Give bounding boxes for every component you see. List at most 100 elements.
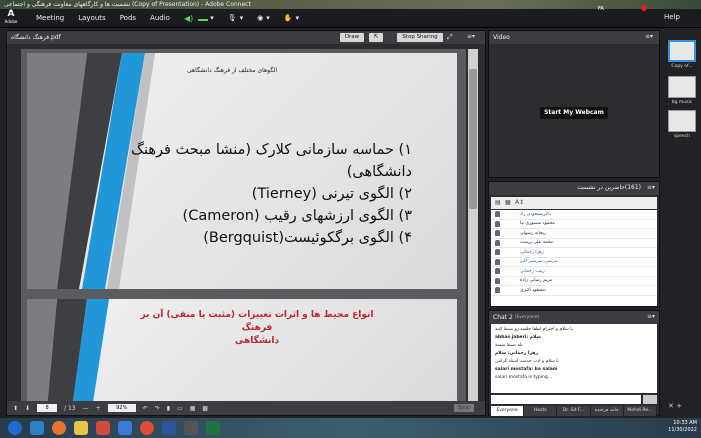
pod-options-icon[interactable]: ≡▾: [647, 184, 655, 191]
person-icon: [495, 258, 500, 265]
fullscreen-toggle-button[interactable]: ⇱: [369, 33, 383, 42]
chat-tabs: Everyone Hosts Dr. Sit F... حامد فرخنده …: [491, 406, 658, 416]
menu-help[interactable]: Help: [664, 13, 680, 21]
attendees-count: (161): [624, 184, 641, 191]
webcam-control[interactable]: ◉ ▾: [257, 14, 270, 22]
thumbnail-icon[interactable]: ▦: [190, 405, 196, 412]
list-item[interactable]: مریم رضایی زاده: [491, 277, 657, 286]
draw-button[interactable]: Draw: [340, 33, 364, 42]
pod-options-icon[interactable]: ≡▾: [467, 33, 475, 40]
video-pod-title: Video: [493, 34, 510, 41]
monitor-icon[interactable]: [184, 421, 198, 435]
fit-page-icon[interactable]: ▭: [177, 405, 183, 412]
chat-tab-hosts[interactable]: Hosts: [524, 406, 558, 416]
arrow-up-icon[interactable]: ⬆: [13, 405, 18, 412]
expand-icon[interactable]: ⤢: [447, 33, 453, 42]
volume-level-icon: [198, 15, 209, 21]
ie-icon[interactable]: [30, 421, 44, 435]
layout-item[interactable]: bg music: [668, 76, 696, 105]
chat-input[interactable]: [491, 395, 641, 404]
start-button-icon[interactable]: [8, 421, 22, 435]
pod-options-icon[interactable]: ≡▾: [645, 33, 653, 40]
list-item[interactable]: زهرا رحمانی: [491, 248, 657, 258]
menu-audio[interactable]: Audio: [150, 14, 170, 22]
list-item[interactable]: محمود منصوری نیا: [491, 220, 657, 229]
list-item[interactable]: محمد علی پرست: [491, 239, 657, 248]
layout-item[interactable]: Copy of...: [668, 40, 696, 69]
start-webcam-button[interactable]: Start My Webcam: [540, 107, 608, 119]
page-number-input[interactable]: 8: [37, 404, 58, 412]
speaker-icon: ◀): [183, 13, 194, 23]
window-title: نشست ها و کارگاههای معاونت فرهنگی و اجتم…: [0, 0, 701, 9]
list-view-icon[interactable]: ▤: [495, 199, 501, 206]
person-icon: [495, 211, 500, 218]
slide-page-9: انواع محیط ها و اثرات تغییرات (مثبت یا م…: [27, 299, 457, 401]
app-icon[interactable]: [118, 421, 132, 435]
slide-bullet: ۴) الگوی برگکوئیست(Bergquist): [203, 230, 412, 246]
slide-title: الگوهای مختلف از فرهنگ دانشگاهی: [187, 67, 278, 74]
send-button[interactable]: [643, 395, 657, 404]
menu-layouts[interactable]: Layouts: [78, 14, 105, 22]
chat-tab-everyone[interactable]: Everyone: [491, 406, 525, 416]
camera-icon: ◉: [257, 14, 264, 22]
fit-width-icon[interactable]: ▮: [167, 405, 170, 412]
menu-meeting[interactable]: Meeting: [36, 14, 64, 22]
chat-message: با سلام و احترام لطفا جلسه رو ضبط کنید: [495, 327, 573, 332]
firefox-icon[interactable]: [52, 421, 66, 435]
stop-sharing-button[interactable]: Stop Sharing: [397, 33, 443, 42]
list-item[interactable]: دکترمسعودی زاد: [491, 210, 657, 220]
attendees-list[interactable]: دکترمسعودی زاد محمود منصوری نیا ریحانه ر…: [491, 210, 657, 306]
menu-pods[interactable]: Pods: [120, 14, 136, 22]
grid-icon[interactable]: ▩: [202, 405, 208, 412]
pod-options-icon[interactable]: ≡▾: [647, 313, 655, 320]
zoom-select[interactable]: 92%: [107, 404, 136, 412]
chat-pod: Chat 2 (Everyone) ≡▾ با سلام و احترام لط…: [488, 310, 660, 416]
chat-message: زهرا رحمانی: سلام: [495, 351, 538, 356]
list-item[interactable]: مسعود اکبری: [491, 286, 657, 296]
slide-page-8: الگوهای مختلف از فرهنگ دانشگاهی ۱) حماسه…: [27, 53, 457, 289]
zoom-in-icon[interactable]: +: [96, 405, 101, 412]
zoom-out-icon[interactable]: —: [83, 405, 89, 412]
microphone-control[interactable]: 🎙 ▾: [228, 14, 243, 22]
list-item[interactable]: زینب رحمانی: [491, 267, 657, 277]
speaker-control[interactable]: ◀) ▾: [184, 14, 214, 23]
chat-message: با سلام و ادب خدمت استاد گرامی: [495, 359, 559, 364]
arrow-down-icon[interactable]: ⬇: [25, 405, 30, 412]
layout-thumbnail: [668, 76, 696, 98]
chat-tab-private[interactable]: حامد فرخنده: [590, 406, 624, 416]
list-item[interactable]: مرتضی سرشیر اکبر: [491, 258, 657, 267]
grid-view-icon[interactable]: ▦: [505, 199, 511, 206]
share-pod: فرهنگ دانشگاه.pdf Draw ⇱ Stop Sharing ⤢ …: [6, 30, 486, 416]
chat-tab-private[interactable]: Dr. Sit F...: [557, 406, 591, 416]
chat-tab-private[interactable]: Mehdi Re...: [623, 406, 658, 416]
scrollbar-thumb[interactable]: [469, 69, 477, 209]
close-icon[interactable]: ✕ +: [668, 402, 682, 410]
undo-icon[interactable]: ↶: [143, 405, 148, 412]
document-view[interactable]: الگوهای مختلف از فرهنگ دانشگاهی ۱) حماسه…: [21, 49, 466, 401]
media-player-icon[interactable]: [96, 421, 110, 435]
recording-indicator-icon[interactable]: [641, 5, 647, 11]
folder-icon[interactable]: [74, 421, 88, 435]
layout-item[interactable]: speech: [668, 110, 696, 139]
list-item[interactable]: ریحانه رسولی: [491, 229, 657, 239]
sort-icon[interactable]: A↕: [515, 199, 524, 206]
chat-message: salari mostafa is typing...: [495, 375, 552, 380]
document-scrollbar[interactable]: [468, 49, 478, 401]
person-icon: [495, 239, 500, 246]
chat-messages[interactable]: با سلام و احترام لطفا جلسه رو ضبط کنید a…: [491, 324, 657, 393]
chrome-icon[interactable]: [140, 421, 154, 435]
chat-message: بله ضبط میشه: [495, 343, 523, 348]
excel-icon[interactable]: [206, 421, 220, 435]
chat-message: abbas jaberi: سلام: [495, 335, 541, 340]
redo-icon[interactable]: ↷: [155, 405, 160, 412]
word-icon[interactable]: [162, 421, 176, 435]
share-pod-header: فرهنگ دانشگاه.pdf Draw ⇱ Stop Sharing ⤢ …: [7, 31, 485, 44]
layouts-bar: Copy of... bg music speech ✕ +: [662, 30, 701, 420]
raise-hand-control[interactable]: ✋ ▾: [284, 14, 299, 22]
person-icon: [495, 277, 500, 284]
sync-button[interactable]: Sync: [454, 404, 474, 412]
share-filename: فرهنگ دانشگاه.pdf: [11, 34, 61, 41]
video-pod: Video ≡▾ Start My Webcam: [488, 30, 660, 178]
system-clock[interactable]: 10:33 AM 11/30/2022: [668, 420, 697, 434]
keyboard-language[interactable]: FA: [598, 6, 604, 12]
